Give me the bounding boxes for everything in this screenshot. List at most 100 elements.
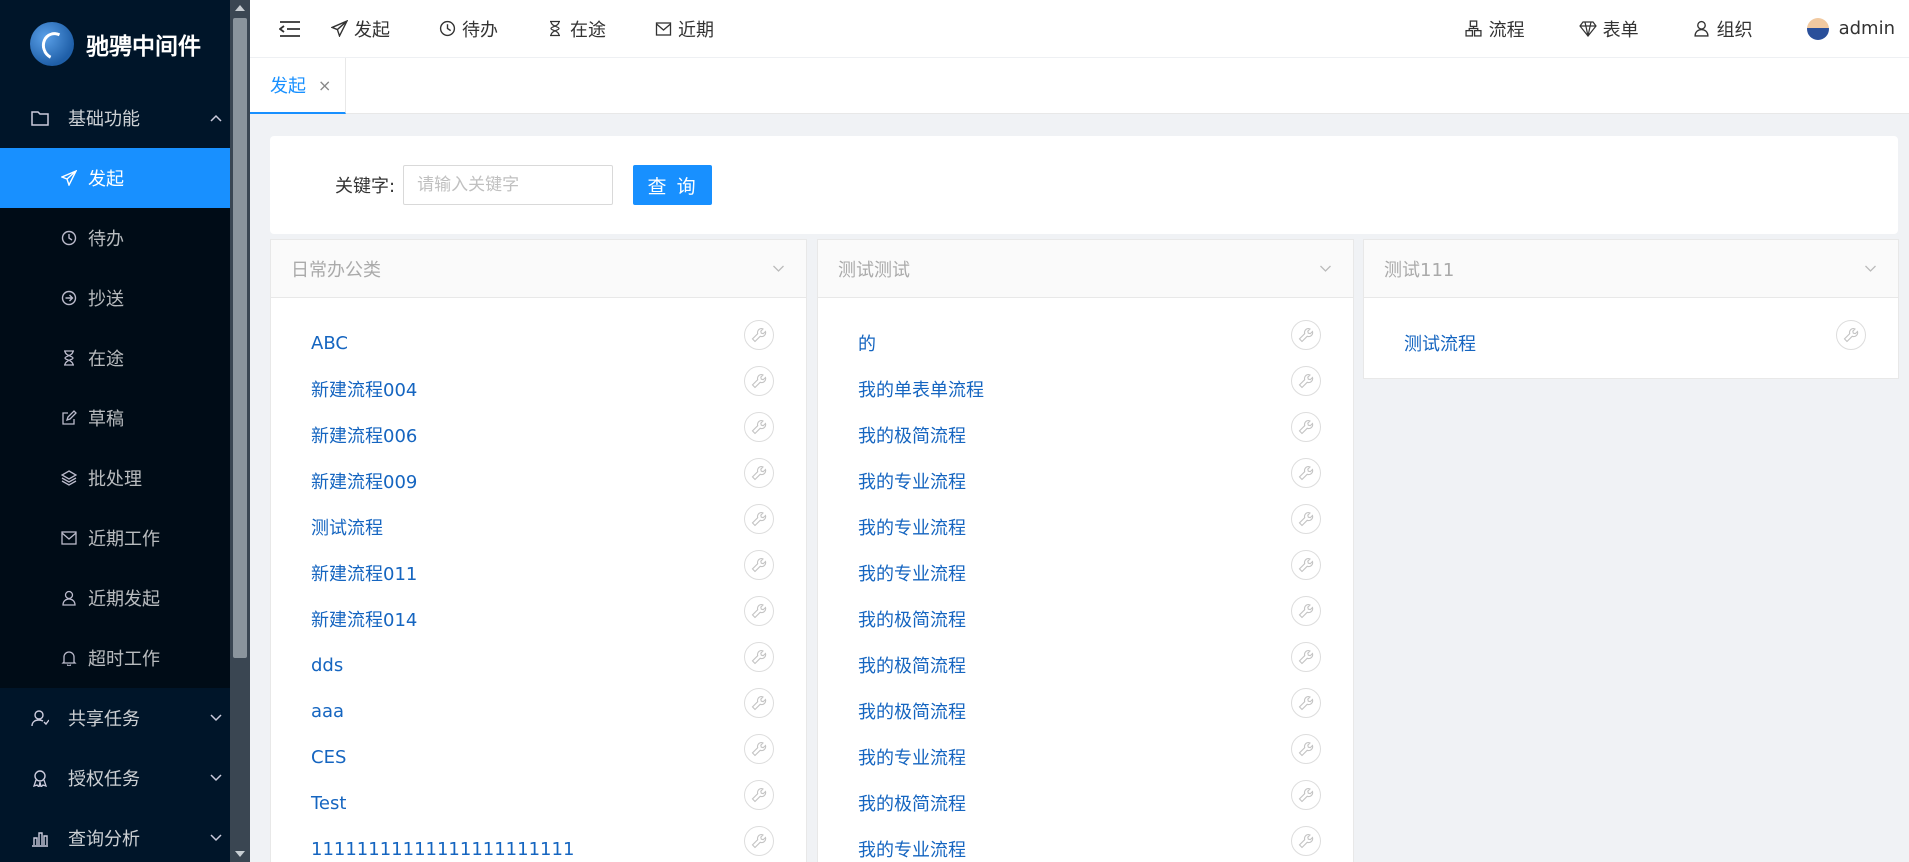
flow-row: CES [271, 734, 806, 780]
nav-running[interactable]: 在途 [546, 0, 606, 58]
sidebar-item-recent-work[interactable]: 近期工作 [0, 508, 250, 568]
wrench-icon[interactable] [1836, 320, 1866, 350]
sidebar-item-batch[interactable]: 批处理 [0, 448, 250, 508]
sidebar-item-todo[interactable]: 待办 [0, 208, 250, 268]
wrench-icon[interactable] [744, 458, 774, 488]
flow-link[interactable]: 新建流程004 [311, 376, 417, 402]
flow-link[interactable]: 11111111111111111111111 [311, 839, 574, 860]
sidebar-item-start[interactable]: 发起 [0, 148, 250, 208]
menu-fold-icon [279, 20, 300, 37]
wrench-icon[interactable] [1291, 458, 1321, 488]
flow-link[interactable]: 新建流程014 [311, 606, 417, 632]
wrench-icon[interactable] [1291, 550, 1321, 580]
user-menu[interactable]: admin [1806, 0, 1895, 58]
wrench-icon[interactable] [744, 366, 774, 396]
flow-link[interactable]: Test [311, 793, 346, 814]
flow-link[interactable]: ABC [311, 333, 348, 354]
close-icon[interactable]: × [318, 76, 331, 95]
flow-row: dds [271, 642, 806, 688]
wrench-icon[interactable] [744, 320, 774, 350]
scrollbar-thumb[interactable] [233, 18, 247, 658]
wrench-icon[interactable] [744, 412, 774, 442]
search-input[interactable] [403, 165, 614, 205]
flow-link[interactable]: 我的极简流程 [858, 790, 966, 816]
sidebar-item-overdue[interactable]: 超时工作 [0, 628, 250, 688]
sidebar-item-cc[interactable]: 抄送 [0, 268, 250, 328]
flow-link[interactable]: 我的专业流程 [858, 560, 966, 586]
wrench-icon[interactable] [1291, 320, 1321, 350]
sidebar-item-recent-start[interactable]: 近期发起 [0, 568, 250, 628]
wrench-icon[interactable] [744, 642, 774, 672]
send-icon [60, 169, 78, 187]
wrench-icon[interactable] [744, 780, 774, 810]
flow-row: 我的极简流程 [818, 596, 1353, 642]
wrench-icon[interactable] [744, 688, 774, 718]
flow-link[interactable]: dds [311, 655, 343, 676]
wrench-icon[interactable] [1291, 688, 1321, 718]
logo[interactable]: 驰骋中间件 [0, 0, 250, 88]
flow-link[interactable]: CES [311, 747, 346, 768]
flow-link[interactable]: 我的专业流程 [858, 514, 966, 540]
flow-row: 新建流程014 [271, 596, 806, 642]
flow-link[interactable]: aaa [311, 701, 344, 722]
nav-form[interactable]: 表单 [1578, 0, 1639, 58]
wrench-icon[interactable] [1291, 734, 1321, 764]
category-card: 测试测试 的我的单表单流程 我的极简流程 我的专业流程 我的专业流程 我的专业流程 我的极… [817, 239, 1354, 862]
wrench-icon[interactable] [744, 826, 774, 856]
sidebar-item-running[interactable]: 在途 [0, 328, 250, 388]
chevron-down-icon [208, 830, 224, 846]
wrench-icon[interactable] [1291, 596, 1321, 626]
menu-group-basic[interactable]: 基础功能 [0, 88, 250, 148]
flow-link[interactable]: 新建流程006 [311, 422, 417, 448]
flow-link[interactable]: 我的极简流程 [858, 652, 966, 678]
menu-group-auth[interactable]: 授权任务 [0, 748, 250, 808]
flow-link[interactable]: 我的极简流程 [858, 698, 966, 724]
wrench-icon[interactable] [744, 596, 774, 626]
badge-icon [30, 768, 50, 788]
scroll-down-icon[interactable] [235, 851, 245, 857]
nav-org[interactable]: 组织 [1693, 0, 1753, 58]
flow-link[interactable]: 测试流程 [311, 514, 383, 540]
flow-link[interactable]: 的 [858, 330, 876, 356]
category-header[interactable]: 日常办公类 [271, 240, 806, 298]
tab-start[interactable]: 发起 × [250, 58, 346, 114]
flow-row: 我的极简流程 [818, 688, 1353, 734]
category-header[interactable]: 测试测试 [818, 240, 1353, 298]
menu-group-query[interactable]: 查询分析 [0, 808, 250, 862]
flow-link[interactable]: 我的单表单流程 [858, 376, 984, 402]
category-header[interactable]: 测试111 [1364, 240, 1898, 298]
flow-link[interactable]: 我的极简流程 [858, 606, 966, 632]
org-icon [1693, 20, 1711, 38]
wrench-icon[interactable] [1291, 504, 1321, 534]
wrench-icon[interactable] [1291, 642, 1321, 672]
menu-group-shared[interactable]: 共享任务 [0, 688, 250, 748]
menu-toggle-button[interactable] [250, 0, 330, 58]
flow-link[interactable]: 测试流程 [1404, 330, 1476, 356]
flow-row: ABC [271, 320, 806, 366]
flow-row: 测试流程 [271, 504, 806, 550]
wrench-icon[interactable] [1291, 412, 1321, 442]
nav-recent[interactable]: 近期 [654, 0, 714, 58]
flow-link[interactable]: 我的专业流程 [858, 468, 966, 494]
sidebar-scrollbar[interactable] [230, 0, 250, 862]
wrench-icon[interactable] [744, 550, 774, 580]
flow-link[interactable]: 我的专业流程 [858, 744, 966, 770]
search-button[interactable]: 查 询 [633, 165, 713, 205]
flow-link[interactable]: 我的专业流程 [858, 836, 966, 862]
wrench-icon[interactable] [1291, 826, 1321, 856]
wrench-icon[interactable] [1291, 366, 1321, 396]
flow-link[interactable]: 新建流程009 [311, 468, 417, 494]
nav-flow[interactable]: 流程 [1465, 0, 1525, 58]
flow-link[interactable]: 我的极简流程 [858, 422, 966, 448]
scroll-up-icon[interactable] [235, 5, 245, 11]
wrench-icon[interactable] [1291, 780, 1321, 810]
sidebar-item-draft[interactable]: 草稿 [0, 388, 250, 448]
avatar [1806, 17, 1829, 40]
nav-start[interactable]: 发起 [330, 0, 390, 58]
wrench-icon[interactable] [744, 504, 774, 534]
flow-link[interactable]: 新建流程011 [311, 560, 417, 586]
wrench-icon[interactable] [744, 734, 774, 764]
nav-todo[interactable]: 待办 [438, 0, 498, 58]
sidebar-item-label: 超时工作 [88, 649, 160, 670]
flow-row: 我的单表单流程 [818, 366, 1353, 412]
